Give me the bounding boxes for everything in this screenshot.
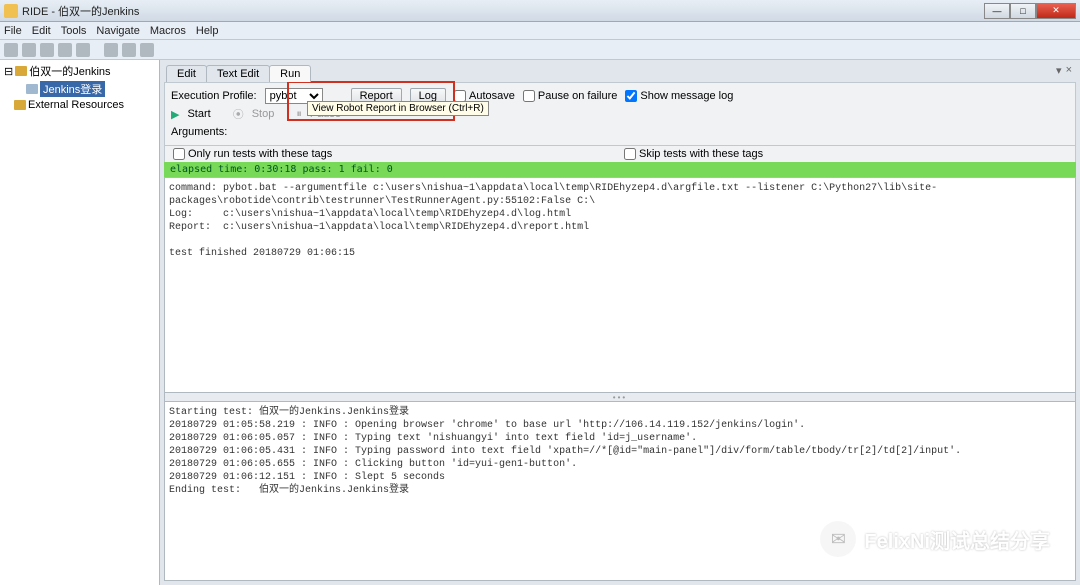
- window-controls: — □ ✕: [984, 3, 1076, 19]
- close-button[interactable]: ✕: [1036, 3, 1076, 19]
- start-button[interactable]: Start: [187, 108, 210, 120]
- test-icon: [26, 84, 38, 94]
- toolbar-stop-icon[interactable]: [140, 43, 154, 57]
- app-icon: [4, 4, 18, 18]
- status-bar: elapsed time: 0:30:18 pass: 1 fail: 0: [164, 162, 1076, 177]
- tab-controls: ▾ ×: [1056, 64, 1072, 77]
- arguments-label: Arguments:: [171, 126, 227, 138]
- panel-menu-icon[interactable]: ▾: [1056, 64, 1062, 77]
- report-tooltip: View Robot Report in Browser (Ctrl+R): [307, 101, 489, 116]
- tree-root-label: 伯双一的Jenkins: [29, 63, 110, 79]
- toolbar-open-icon[interactable]: [40, 43, 54, 57]
- tab-textedit[interactable]: Text Edit: [206, 65, 270, 82]
- run-panel: Execution Profile: pybot Report Log Auto…: [164, 82, 1076, 146]
- folder-icon: [15, 66, 27, 76]
- tags-filter-row: Only run tests with these tags Skip test…: [164, 146, 1076, 162]
- panel-close-icon[interactable]: ×: [1066, 64, 1072, 77]
- menu-edit[interactable]: Edit: [32, 25, 51, 37]
- tree-root[interactable]: ⊟ 伯双一的Jenkins: [2, 62, 157, 80]
- window-title: RIDE - 伯双一的Jenkins: [22, 3, 984, 19]
- folder-icon: [14, 100, 26, 110]
- menu-tools[interactable]: Tools: [61, 25, 87, 37]
- pause-on-failure-checkbox[interactable]: Pause on failure: [523, 90, 618, 102]
- stop-button[interactable]: Stop: [252, 108, 275, 120]
- toolbar-save-icon[interactable]: [58, 43, 72, 57]
- profile-label: Execution Profile:: [171, 90, 257, 102]
- toolbar-back-icon[interactable]: [4, 43, 18, 57]
- tab-edit[interactable]: Edit: [166, 65, 207, 82]
- toolbar-search-icon[interactable]: [104, 43, 118, 57]
- tree-selected-label: Jenkins登录: [40, 81, 105, 97]
- maximize-button[interactable]: □: [1010, 3, 1036, 19]
- minimize-button[interactable]: —: [984, 3, 1010, 19]
- editor-tabs: Edit Text Edit Run: [160, 62, 1080, 82]
- tab-run[interactable]: Run: [269, 65, 311, 82]
- skip-tags-checkbox[interactable]: Skip tests with these tags: [624, 148, 763, 160]
- toolbar: [0, 40, 1080, 60]
- toolbar-saveall-icon[interactable]: [76, 43, 90, 57]
- menu-navigate[interactable]: Navigate: [96, 25, 139, 37]
- window-titlebar: RIDE - 伯双一的Jenkins — □ ✕: [0, 0, 1080, 22]
- tree-testcase[interactable]: Jenkins登录: [2, 80, 157, 98]
- menubar: File Edit Tools Navigate Macros Help: [0, 22, 1080, 40]
- tree-external[interactable]: External Resources: [2, 98, 157, 112]
- toolbar-run-icon[interactable]: [122, 43, 136, 57]
- output-console[interactable]: command: pybot.bat --argumentfile c:\use…: [164, 177, 1076, 393]
- only-tags-checkbox[interactable]: Only run tests with these tags: [173, 148, 332, 160]
- menu-macros[interactable]: Macros: [150, 25, 186, 37]
- toolbar-forward-icon[interactable]: [22, 43, 36, 57]
- menu-help[interactable]: Help: [196, 25, 219, 37]
- menu-file[interactable]: File: [4, 25, 22, 37]
- splitter[interactable]: •••: [164, 393, 1076, 401]
- test-tree: ⊟ 伯双一的Jenkins Jenkins登录 External Resourc…: [0, 60, 160, 585]
- message-log[interactable]: Starting test: 伯双一的Jenkins.Jenkins登录 201…: [164, 401, 1076, 581]
- tree-external-label: External Resources: [28, 99, 124, 111]
- show-message-log-checkbox[interactable]: Show message log: [625, 90, 733, 102]
